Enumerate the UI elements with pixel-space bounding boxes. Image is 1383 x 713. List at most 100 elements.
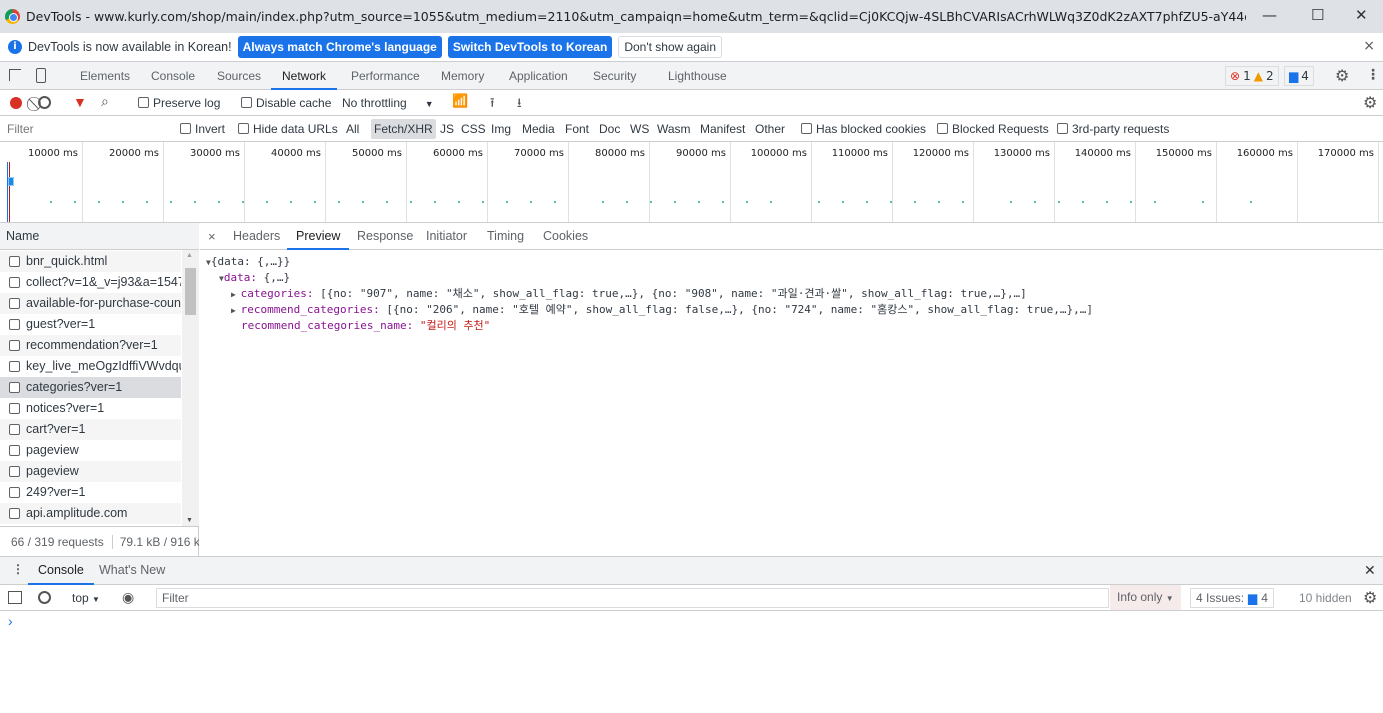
- blocked-requests-checkbox[interactable]: Blocked Requests: [937, 122, 1049, 136]
- type-doc[interactable]: Doc: [599, 122, 620, 136]
- request-row[interactable]: recommendation?ver=1: [0, 335, 181, 356]
- close-drawer-icon[interactable]: ✕: [1364, 562, 1376, 579]
- tab-cookies[interactable]: Cookies: [543, 223, 588, 250]
- request-checkbox[interactable]: [9, 508, 20, 519]
- settings-gear-icon[interactable]: ⚙: [1335, 66, 1349, 85]
- request-row[interactable]: pageview: [0, 461, 181, 482]
- tab-security[interactable]: Security: [593, 62, 636, 90]
- preserve-log-checkbox[interactable]: Preserve log: [138, 96, 220, 110]
- tab-headers[interactable]: Headers: [233, 223, 280, 250]
- tab-performance[interactable]: Performance: [351, 62, 420, 90]
- request-row[interactable]: cart?ver=1: [0, 419, 181, 440]
- tab-sources[interactable]: Sources: [217, 62, 261, 90]
- tab-application[interactable]: Application: [509, 62, 568, 90]
- record-icon[interactable]: [10, 97, 22, 109]
- tab-memory[interactable]: Memory: [441, 62, 484, 90]
- request-checkbox[interactable]: [9, 319, 20, 330]
- search-icon[interactable]: ⌕: [101, 93, 109, 110]
- request-checkbox[interactable]: [9, 340, 20, 351]
- close-detail-icon[interactable]: ×: [208, 223, 216, 250]
- tab-preview[interactable]: Preview: [287, 223, 349, 250]
- request-row[interactable]: notices?ver=1: [0, 398, 181, 419]
- live-expression-eye-icon[interactable]: ◉: [122, 589, 134, 606]
- request-checkbox[interactable]: [9, 277, 20, 288]
- request-checkbox[interactable]: [9, 466, 20, 477]
- request-checkbox[interactable]: [9, 361, 20, 372]
- filter-input[interactable]: Filter: [2, 119, 167, 139]
- minimize-button[interactable]: —: [1262, 6, 1277, 24]
- export-har-icon[interactable]: ⭳: [517, 94, 522, 116]
- request-row[interactable]: collect?v=1&_v=j93&a=1547: [0, 272, 181, 293]
- console-settings-icon[interactable]: ⚙: [1363, 588, 1377, 608]
- request-checkbox[interactable]: [9, 298, 20, 309]
- tab-initiator[interactable]: Initiator: [426, 223, 467, 250]
- request-row[interactable]: key_live_meOgzIdffiVWvdquf: [0, 356, 181, 377]
- request-row[interactable]: api.amplitude.com: [0, 503, 181, 524]
- request-row[interactable]: 249?ver=1: [0, 482, 181, 503]
- json-recommend-categories-node[interactable]: ▶ recommend_categories: [{no: "206", nam…: [231, 302, 1093, 319]
- json-root[interactable]: ▼{data: {,…}}: [206, 254, 290, 271]
- type-manifest[interactable]: Manifest: [700, 122, 745, 136]
- context-select[interactable]: top ▼: [72, 591, 100, 605]
- has-blocked-cookies-checkbox[interactable]: Has blocked cookies: [801, 122, 926, 136]
- disable-cache-checkbox[interactable]: Disable cache: [241, 96, 331, 110]
- invert-checkbox[interactable]: Invert: [180, 122, 225, 136]
- type-fetch-xhr[interactable]: Fetch/XHR: [371, 119, 436, 139]
- request-checkbox[interactable]: [9, 382, 20, 393]
- type-font[interactable]: Font: [565, 122, 589, 136]
- clear-console-icon[interactable]: [38, 591, 51, 604]
- issues-button[interactable]: 4 Issues: ▆ 4: [1190, 588, 1274, 608]
- sidebar-toggle-icon[interactable]: [8, 591, 22, 604]
- json-data-node[interactable]: ▼data: {,…}: [219, 270, 290, 287]
- import-har-icon[interactable]: ⭱: [490, 94, 495, 116]
- error-warning-counter[interactable]: ⊗ 1 ▲ 2: [1225, 66, 1279, 86]
- request-row[interactable]: pageview: [0, 440, 181, 461]
- type-other[interactable]: Other: [755, 122, 785, 136]
- dont-show-again-button[interactable]: Don't show again: [618, 36, 722, 58]
- type-js[interactable]: JS: [440, 122, 454, 136]
- network-conditions-icon[interactable]: 📶: [452, 93, 468, 109]
- scrollbar-thumb[interactable]: [185, 268, 196, 315]
- console-filter-input[interactable]: Filter: [156, 588, 1109, 608]
- json-categories-node[interactable]: ▶ categories: [{no: "907", name: "채소", s…: [231, 286, 1027, 303]
- close-window-button[interactable]: ✕: [1355, 6, 1368, 24]
- scroll-up-icon[interactable]: ▲: [186, 252, 193, 259]
- close-infobar-icon[interactable]: ×: [1363, 38, 1375, 54]
- request-row[interactable]: categories?ver=1: [0, 377, 181, 398]
- network-settings-icon[interactable]: ⚙: [1363, 93, 1377, 113]
- inspect-element-icon[interactable]: [9, 69, 21, 81]
- request-checkbox[interactable]: [9, 424, 20, 435]
- request-row[interactable]: guest?ver=1: [0, 314, 181, 335]
- type-ws[interactable]: WS: [630, 122, 649, 136]
- log-level-select[interactable]: Info only ▼: [1110, 585, 1181, 610]
- tab-elements[interactable]: Elements: [80, 62, 130, 90]
- request-row[interactable]: bnr_quick.html: [0, 251, 181, 272]
- type-wasm[interactable]: Wasm: [657, 122, 691, 136]
- issues-counter[interactable]: ▆ 4: [1284, 66, 1314, 86]
- filter-icon[interactable]: ▼: [73, 94, 87, 110]
- throttling-select[interactable]: No throttling ▼: [342, 96, 434, 110]
- drawer-tab-whats-new[interactable]: What's New: [99, 557, 165, 584]
- tab-response[interactable]: Response: [357, 223, 413, 250]
- request-row[interactable]: available-for-purchase-count: [0, 293, 181, 314]
- type-img[interactable]: Img: [491, 122, 511, 136]
- switch-to-korean-button[interactable]: Switch DevTools to Korean: [448, 36, 612, 58]
- type-media[interactable]: Media: [522, 122, 555, 136]
- device-toolbar-icon[interactable]: [36, 68, 46, 83]
- request-checkbox[interactable]: [9, 256, 20, 267]
- third-party-checkbox[interactable]: 3rd-party requests: [1057, 122, 1169, 136]
- tab-timing[interactable]: Timing: [487, 223, 524, 250]
- type-all[interactable]: All: [346, 122, 359, 136]
- clear-circle-icon[interactable]: [38, 96, 51, 109]
- scrollbar[interactable]: ▲ ▼: [182, 250, 199, 526]
- maximize-button[interactable]: ☐: [1311, 6, 1324, 24]
- tab-lighthouse[interactable]: Lighthouse: [668, 62, 727, 90]
- hide-data-urls-checkbox[interactable]: Hide data URLs: [238, 122, 338, 136]
- network-overview-timeline[interactable]: 10000 ms 20000 ms 30000 ms 40000 ms 50000 ms…: [0, 142, 1383, 223]
- drawer-tab-console[interactable]: Console: [28, 557, 94, 585]
- request-checkbox[interactable]: [9, 487, 20, 498]
- always-match-language-button[interactable]: Always match Chrome's language: [238, 36, 442, 58]
- request-checkbox[interactable]: [9, 403, 20, 414]
- console-prompt[interactable]: ›: [8, 613, 13, 629]
- scroll-down-icon[interactable]: ▼: [186, 517, 193, 524]
